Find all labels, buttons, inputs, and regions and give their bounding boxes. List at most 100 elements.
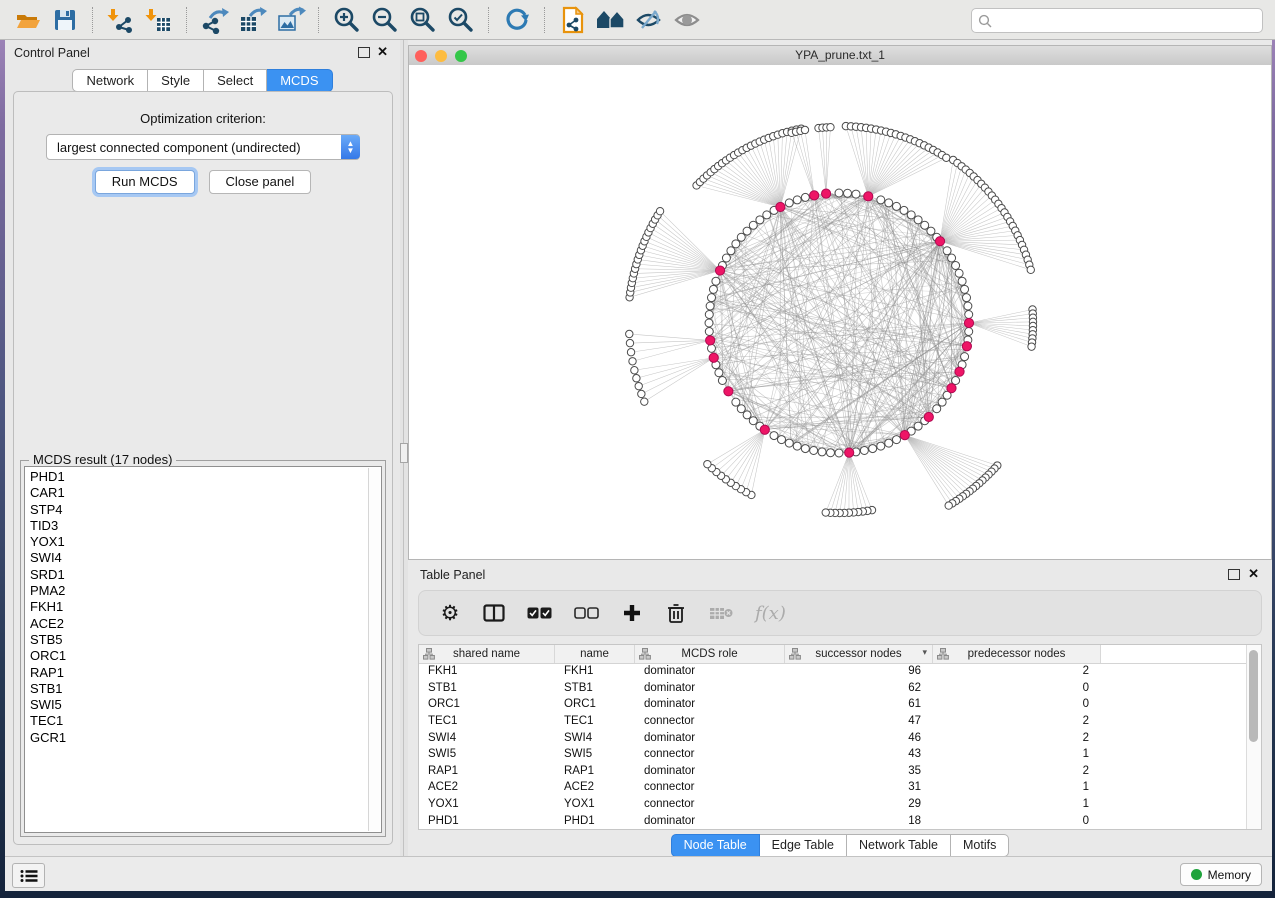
graph-ring-node[interactable] [763, 211, 771, 219]
column-header-shared-name[interactable]: shared name [419, 645, 555, 663]
graph-ring-node[interactable] [844, 189, 852, 197]
search-input[interactable] [992, 14, 1262, 28]
zoom-fit-button[interactable] [404, 4, 442, 36]
graph-ring-node[interactable] [715, 369, 723, 377]
houses-button[interactable] [592, 4, 630, 36]
graph-leaf-node[interactable] [629, 358, 636, 365]
mcds-result-item[interactable]: YOX1 [30, 534, 381, 550]
graph-ring-node[interactable] [743, 411, 751, 419]
table-row[interactable]: YOX1YOX1connector291 [419, 796, 1247, 813]
graph-mcds-hub-node[interactable] [724, 387, 733, 396]
graph-ring-node[interactable] [955, 269, 963, 277]
export-network-button[interactable] [196, 4, 234, 36]
mcds-result-item[interactable]: STB1 [30, 681, 381, 697]
graph-ring-node[interactable] [793, 442, 801, 450]
table-row[interactable]: PHD1PHD1dominator180 [419, 812, 1247, 829]
graph-ring-node[interactable] [952, 262, 960, 270]
graph-ring-node[interactable] [785, 439, 793, 447]
table-cell[interactable]: PHD1 [555, 815, 635, 827]
mcds-result-item[interactable]: ACE2 [30, 616, 381, 632]
memory-button[interactable]: Memory [1180, 863, 1262, 886]
graph-ring-node[interactable] [737, 233, 745, 241]
export-image-button[interactable] [272, 4, 310, 36]
table-cell[interactable]: 0 [933, 682, 1101, 694]
mcds-result-item[interactable]: GCR1 [30, 730, 381, 746]
graph-ring-node[interactable] [749, 417, 757, 425]
column-header-MCDS-role[interactable]: MCDS role [635, 645, 785, 663]
graph-mcds-hub-node[interactable] [776, 202, 785, 211]
mcds-result-item[interactable]: RAP1 [30, 665, 381, 681]
graph-ring-node[interactable] [961, 285, 969, 293]
table-row[interactable]: FKH1FKH1dominator962 [419, 663, 1247, 680]
table-cell[interactable]: YOX1 [419, 798, 555, 810]
close-panel-icon[interactable]: ✕ [377, 44, 388, 60]
graph-mcds-hub-node[interactable] [962, 342, 971, 351]
table-cell[interactable]: 2 [933, 765, 1101, 777]
table-cell[interactable]: FKH1 [555, 665, 635, 677]
float-panel-icon[interactable] [358, 47, 370, 58]
show-all-button[interactable] [668, 4, 706, 36]
table-cell[interactable]: ORC1 [555, 698, 635, 710]
graph-mcds-hub-node[interactable] [760, 425, 769, 434]
graph-ring-node[interactable] [732, 398, 740, 406]
table-row[interactable]: RAP1RAP1dominator352 [419, 763, 1247, 780]
graph-mcds-hub-node[interactable] [810, 191, 819, 200]
graph-ring-node[interactable] [801, 445, 809, 453]
mcds-result-item[interactable]: PHD1 [30, 469, 381, 485]
table-cell[interactable]: 31 [785, 781, 933, 793]
graph-mcds-hub-node[interactable] [900, 431, 909, 440]
mcds-result-item[interactable]: FKH1 [30, 599, 381, 615]
graph-leaf-node[interactable] [1028, 343, 1035, 350]
graph-ring-node[interactable] [826, 449, 834, 457]
graph-ring-node[interactable] [785, 199, 793, 207]
graph-mcds-hub-node[interactable] [864, 192, 873, 201]
graph-ring-node[interactable] [709, 285, 717, 293]
table-cell[interactable]: connector [635, 781, 785, 793]
table-row[interactable]: TEC1TEC1connector472 [419, 713, 1247, 730]
graph-leaf-node[interactable] [626, 339, 633, 346]
graph-ring-node[interactable] [948, 254, 956, 262]
graph-ring-node[interactable] [810, 447, 818, 455]
close-panel-button[interactable]: Close panel [209, 170, 312, 194]
graph-ring-node[interactable] [885, 439, 893, 447]
graph-leaf-node[interactable] [641, 398, 648, 405]
mcds-result-item[interactable]: TEC1 [30, 713, 381, 729]
table-cell[interactable]: connector [635, 798, 785, 810]
table-cell[interactable]: 1 [933, 798, 1101, 810]
table-row[interactable]: SWI4SWI4dominator462 [419, 729, 1247, 746]
graph-ring-node[interactable] [727, 247, 735, 255]
table-cell[interactable]: RAP1 [419, 765, 555, 777]
table-cell[interactable]: ACE2 [419, 781, 555, 793]
delete-column-button[interactable] [665, 600, 687, 626]
zoom-selected-button[interactable] [442, 4, 480, 36]
tab-network[interactable]: Network [72, 69, 148, 92]
table-row[interactable]: ORC1ORC1dominator610 [419, 696, 1247, 713]
graph-leaf-node[interactable] [627, 349, 634, 356]
graph-ring-node[interactable] [963, 294, 971, 302]
float-table-panel-icon[interactable] [1228, 569, 1240, 580]
graph-leaf-node[interactable] [656, 207, 663, 214]
graph-leaf-node[interactable] [638, 390, 645, 397]
table-cell[interactable]: 46 [785, 732, 933, 744]
table-cell[interactable]: 2 [933, 732, 1101, 744]
graph-ring-node[interactable] [900, 206, 908, 214]
tab-network-table[interactable]: Network Table [847, 834, 951, 857]
graph-ring-node[interactable] [743, 227, 751, 235]
graph-ring-node[interactable] [722, 254, 730, 262]
network-canvas[interactable] [409, 65, 1271, 559]
graph-ring-node[interactable] [943, 247, 951, 255]
graph-ring-node[interactable] [877, 196, 885, 204]
table-cell[interactable]: dominator [635, 815, 785, 827]
table-cell[interactable]: FKH1 [419, 665, 555, 677]
graph-ring-node[interactable] [958, 277, 966, 285]
table-cell[interactable]: ACE2 [555, 781, 635, 793]
graph-ring-node[interactable] [707, 344, 715, 352]
zoom-in-button[interactable] [328, 4, 366, 36]
table-cell[interactable]: connector [635, 748, 785, 760]
graph-ring-node[interactable] [933, 405, 941, 413]
table-cell[interactable]: STB1 [555, 682, 635, 694]
graph-ring-node[interactable] [756, 216, 764, 224]
table-cell[interactable]: 2 [933, 665, 1101, 677]
graph-ring-node[interactable] [732, 240, 740, 248]
import-network-button[interactable] [102, 4, 140, 36]
